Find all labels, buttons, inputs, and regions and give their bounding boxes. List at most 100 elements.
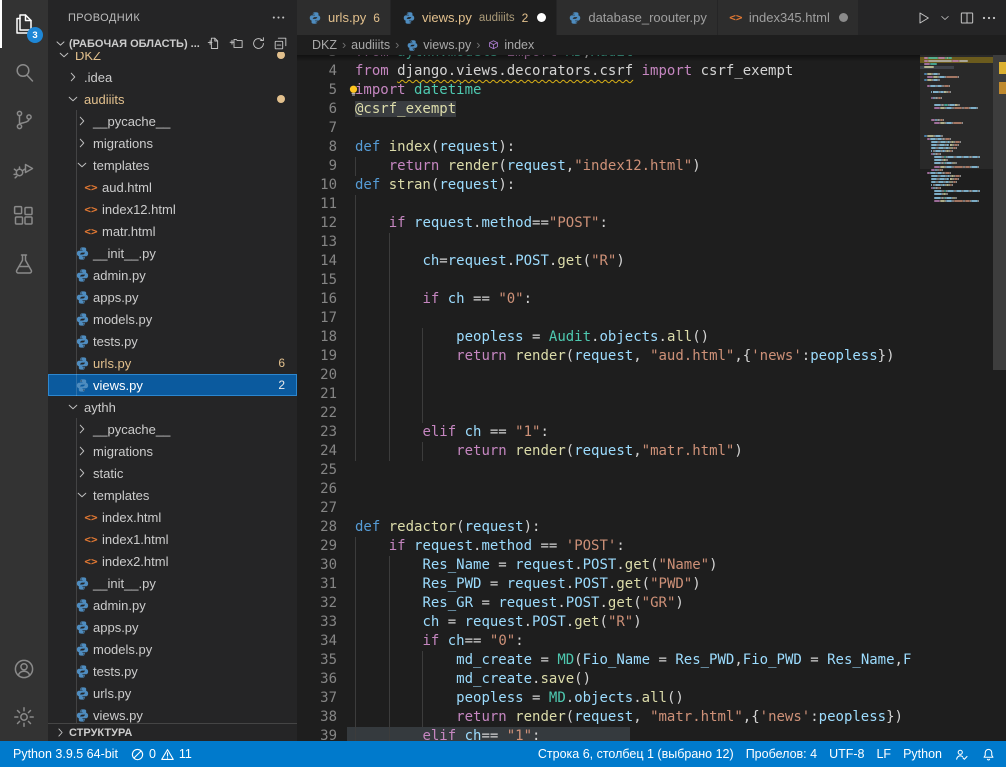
- breadcrumb-item-audiiits[interactable]: audiiits: [351, 38, 390, 52]
- status-eol[interactable]: LF: [870, 741, 897, 767]
- tab-index345.html[interactable]: <>index345.html: [718, 0, 859, 35]
- tree-item-index1.html[interactable]: <>index1.html: [48, 528, 297, 550]
- tree-item-urls.py[interactable]: urls.py6: [48, 352, 297, 374]
- code-line[interactable]: if ch == "0":: [355, 290, 532, 309]
- code-line[interactable]: return render(request, "matr.html",{'new…: [355, 708, 903, 727]
- code-line[interactable]: md_create.save(): [355, 670, 591, 689]
- tree-item-templates[interactable]: templates: [48, 484, 297, 506]
- code-line[interactable]: ch = request.POST.get("R"): [355, 613, 642, 632]
- code-line[interactable]: def index(request):: [355, 138, 515, 157]
- code-line[interactable]: if request.method == 'POST':: [355, 537, 625, 556]
- status-feedback[interactable]: [948, 741, 975, 767]
- breadcrumb-item-index[interactable]: index: [485, 37, 534, 53]
- new-file-icon[interactable]: [205, 35, 223, 53]
- code-area[interactable]: 3from aythh.models import MD,Audit4from …: [297, 55, 920, 741]
- scrollbar-slider[interactable]: [993, 55, 1006, 370]
- minimap[interactable]: [920, 55, 993, 741]
- more-actions-button[interactable]: [980, 9, 998, 27]
- code-line[interactable]: return render(request, "aud.html",{'news…: [355, 347, 895, 366]
- status-indentation[interactable]: Пробелов: 4: [740, 741, 823, 767]
- code-line[interactable]: def stran(request):: [355, 176, 515, 195]
- outline-section-header[interactable]: СТРУКТУРА: [48, 723, 297, 741]
- code-line[interactable]: md_create = MD(Fio_Name = Res_PWD,Fio_PW…: [355, 651, 911, 670]
- status-bar: Python 3.9.5 64-bit 0 11 Строка 6, столб…: [0, 741, 1006, 767]
- tree-item-.idea[interactable]: .idea: [48, 66, 297, 88]
- breadcrumb-item-views.py[interactable]: views.py: [404, 37, 471, 53]
- tree-item-apps.py[interactable]: apps.py: [48, 286, 297, 308]
- tree-item-views.py[interactable]: views.py: [48, 704, 297, 723]
- tree-item-apps.py[interactable]: apps.py: [48, 616, 297, 638]
- activitybar-item-source-control[interactable]: [0, 96, 48, 144]
- tree-item-DKZ[interactable]: DKZ: [48, 52, 297, 66]
- code-line[interactable]: import datetime: [355, 81, 481, 100]
- breadcrumb-item-DKZ[interactable]: DKZ: [312, 38, 337, 52]
- tree-item-urls.py[interactable]: urls.py: [48, 682, 297, 704]
- status-cursor-position[interactable]: Строка 6, столбец 1 (выбрано 12): [532, 741, 740, 767]
- new-folder-icon[interactable]: [227, 35, 245, 53]
- run-button[interactable]: [914, 9, 932, 27]
- split-editor-button[interactable]: [958, 9, 976, 27]
- editor-scrollbar[interactable]: [993, 55, 1006, 741]
- tree-item-models.py[interactable]: models.py: [48, 308, 297, 330]
- tab-views.py[interactable]: views.pyaudiiits2: [391, 0, 557, 35]
- run-options-button[interactable]: [936, 9, 954, 27]
- lightbulb-icon[interactable]: [346, 83, 361, 98]
- activitybar-item-account[interactable]: [0, 645, 48, 693]
- tree-item-views.py[interactable]: views.py2: [48, 374, 297, 396]
- activitybar-item-search[interactable]: [0, 48, 48, 96]
- tree-item-__pycache__[interactable]: __pycache__: [48, 418, 297, 440]
- workspace-section-header[interactable]: (РАБОЧАЯ ОБЛАСТЬ) ...: [48, 35, 297, 52]
- tree-item-aud.html[interactable]: <>aud.html: [48, 176, 297, 198]
- status-python-version[interactable]: Python 3.9.5 64-bit: [7, 741, 124, 767]
- tree-item-admin.py[interactable]: admin.py: [48, 594, 297, 616]
- collapse-all-icon[interactable]: [271, 35, 289, 53]
- code-line[interactable]: if request.method=="POST":: [355, 214, 608, 233]
- code-line[interactable]: if ch== "0":: [355, 632, 524, 651]
- code-line[interactable]: ch=request.POST.get("R"): [355, 252, 625, 271]
- code-line[interactable]: Res_Name = request.POST.get("Name"): [355, 556, 718, 575]
- tree-item-__init__.py[interactable]: __init__.py: [48, 572, 297, 594]
- tree-item-index2.html[interactable]: <>index2.html: [48, 550, 297, 572]
- tree-item-tests.py[interactable]: tests.py: [48, 660, 297, 682]
- activitybar-item-explorer[interactable]: 3: [0, 0, 48, 48]
- code-line[interactable]: @csrf_exempt: [355, 100, 456, 119]
- refresh-icon[interactable]: [249, 35, 267, 53]
- code-line[interactable]: from django.views.decorators.csrf import…: [355, 62, 793, 81]
- code-line[interactable]: return render(request,"matr.html"): [355, 442, 743, 461]
- tree-item-index12.html[interactable]: <>index12.html: [48, 198, 297, 220]
- code-line[interactable]: from aythh.models import MD,Audit: [355, 55, 633, 62]
- tree-item-__pycache__[interactable]: __pycache__: [48, 110, 297, 132]
- tree-item-static[interactable]: static: [48, 462, 297, 484]
- code-line[interactable]: return render(request,"index12.html"): [355, 157, 701, 176]
- activitybar-item-run-debug[interactable]: [0, 144, 48, 192]
- status-problems[interactable]: 0 11: [124, 741, 198, 767]
- tree-item-audiiits[interactable]: audiiits: [48, 88, 297, 110]
- tree-item-index.html[interactable]: <>index.html: [48, 506, 297, 528]
- tree-item-aythh[interactable]: aythh: [48, 396, 297, 418]
- tree-item-migrations[interactable]: migrations: [48, 132, 297, 154]
- code-line[interactable]: peopless = Audit.objects.all(): [355, 328, 709, 347]
- indent-guide: [389, 366, 390, 385]
- code-line[interactable]: elif ch== "1":: [355, 727, 540, 741]
- status-language[interactable]: Python: [897, 741, 948, 767]
- activitybar-item-extensions[interactable]: [0, 192, 48, 240]
- views-and-more-actions-icon[interactable]: [269, 9, 287, 27]
- activitybar-item-testing[interactable]: [0, 240, 48, 288]
- code-line[interactable]: peopless = MD.objects.all(): [355, 689, 684, 708]
- tab-database_roouter.py[interactable]: database_roouter.py: [557, 0, 718, 35]
- tree-item-admin.py[interactable]: admin.py: [48, 264, 297, 286]
- tree-item-templates[interactable]: templates: [48, 154, 297, 176]
- tree-item-models.py[interactable]: models.py: [48, 638, 297, 660]
- code-line[interactable]: Res_PWD = request.POST.get("PWD"): [355, 575, 701, 594]
- code-line[interactable]: Res_GR = request.POST.get("GR"): [355, 594, 684, 613]
- code-line[interactable]: elif ch == "1":: [355, 423, 549, 442]
- tree-item-tests.py[interactable]: tests.py: [48, 330, 297, 352]
- tree-item-migrations[interactable]: migrations: [48, 440, 297, 462]
- tab-urls.py[interactable]: urls.py6: [297, 0, 391, 35]
- tree-item-__init__.py[interactable]: __init__.py: [48, 242, 297, 264]
- activitybar-item-settings[interactable]: [0, 693, 48, 741]
- tree-item-matr.html[interactable]: <>matr.html: [48, 220, 297, 242]
- code-line[interactable]: def redactor(request):: [355, 518, 540, 537]
- status-encoding[interactable]: UTF-8: [823, 741, 870, 767]
- status-notifications[interactable]: [975, 741, 1002, 767]
